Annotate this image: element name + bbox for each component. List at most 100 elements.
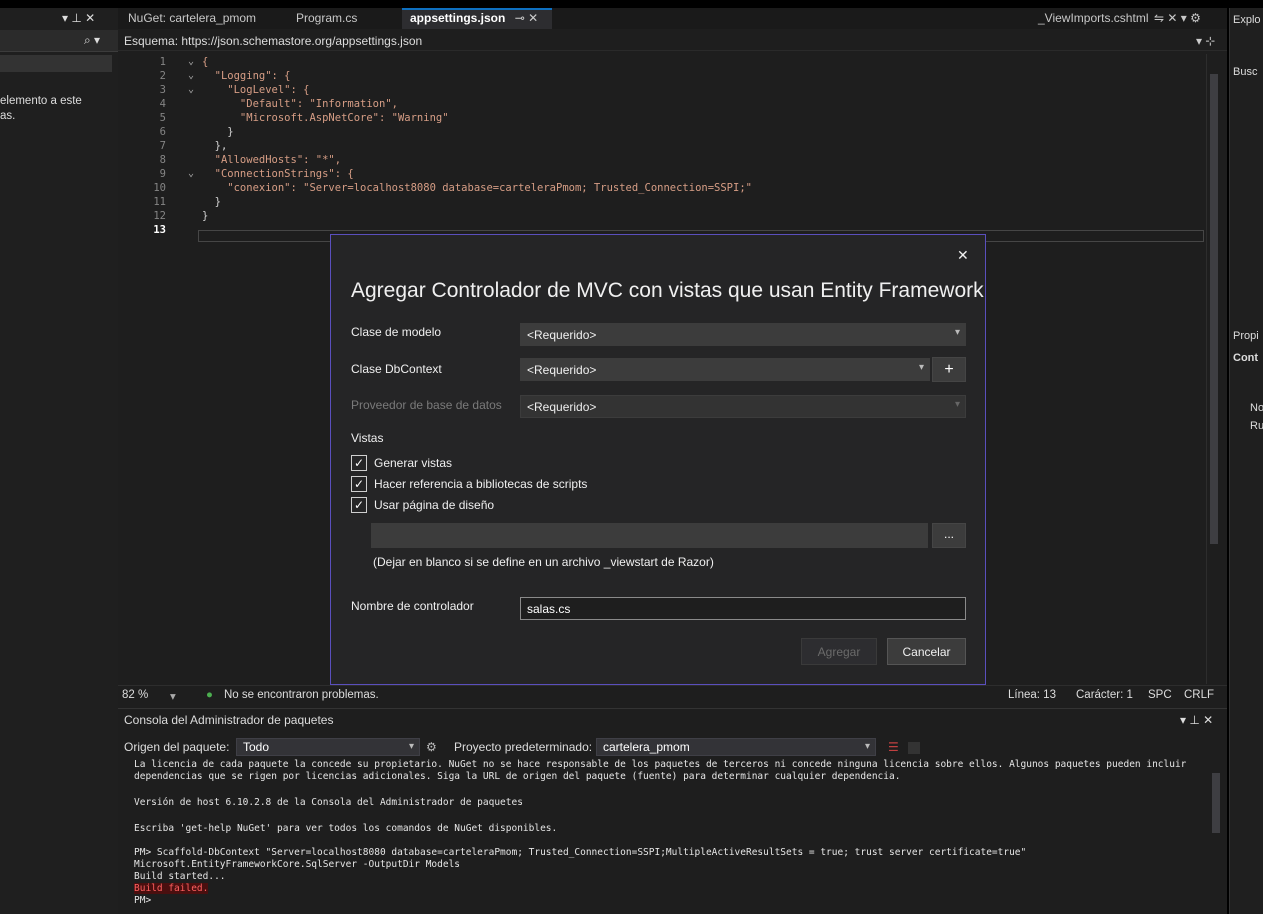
checkbox-label: Generar vistas [374,456,453,470]
schema-bar: Esquema: https://json.schemastore.org/ap… [118,31,1227,51]
fold-icon[interactable]: ⌄ [188,56,194,67]
close-icon[interactable]: ✕ [957,247,969,264]
console-line: Escriba 'get-help NuGet' para ver todos … [134,823,558,834]
console-prompt: PM> [134,895,152,906]
tab-appsettings-json[interactable]: appsettings.json ⊸ ✕ [402,8,552,29]
clear-console-icon[interactable]: ☰ [888,740,899,754]
stop-icon[interactable] [908,742,920,754]
console-output[interactable]: La licencia de cada paquete la concede s… [134,759,1214,914]
layout-hint-text: (Dejar en blanco si se define en un arch… [373,555,714,569]
console-line: dependencias que se rigen por licencias … [134,771,901,782]
dbcontext-select[interactable]: <Requerido> ▾ [520,358,930,381]
left-panel-text: elemento a este as. [0,94,118,124]
provider-select: <Requerido> ▾ [520,395,966,418]
line-number: 5 [159,112,166,124]
line-number: 10 [153,182,166,194]
issues-status[interactable]: No se encontraron problemas. [224,689,379,701]
package-source-select[interactable]: Todo ▾ [236,738,420,756]
tab-pin-close-icon[interactable]: ⊸ ✕ [515,11,538,25]
scrollbar-thumb[interactable] [1212,773,1220,833]
default-project-select[interactable]: cartelera_pmom ▾ [596,738,876,756]
dbcontext-value: <Requerido> [527,363,597,377]
line-number: 11 [153,196,166,208]
editor-status-bar: 82 % ▾ ● No se encontraron problemas. Lí… [118,685,1227,705]
gear-icon[interactable]: ⚙ [426,740,437,754]
checkbox-check-icon[interactable]: ✓ [351,455,367,471]
spc-indicator[interactable]: SPC [1148,689,1172,701]
console-toolbar: Origen del paquete: Todo ▾ ⚙ Proyecto pr… [118,736,1227,758]
code-line: "Logging": { [202,70,291,82]
property-row[interactable]: No [1250,402,1263,414]
code-line: "AllowedHosts": "*", [202,154,342,166]
controller-name-label: Nombre de controlador [351,599,474,613]
checkbox-check-icon[interactable]: ✓ [351,476,367,492]
dbcontext-label: Clase DbContext [351,362,442,376]
controller-name-input[interactable]: salas.cs [520,597,966,620]
zoom-level[interactable]: 82 % [122,689,148,701]
tab-program-cs[interactable]: Program.cs [288,8,365,29]
console-scrollbar[interactable] [1210,759,1222,909]
solution-explorer-panel: Explo Busc Propi Cont No Ru [1229,8,1263,914]
search-icon[interactable]: ⌕ ▾ [84,33,100,48]
checkbox-label: Hacer referencia a bibliotecas de script… [374,477,588,491]
code-line: { [202,56,209,68]
properties-title: Propi [1233,330,1259,342]
tab-overflow-icons[interactable]: ⇋ ✕ ▾ ⚙ [1146,8,1209,29]
line-indicator[interactable]: Línea: 13 [1008,689,1056,701]
fold-icon[interactable]: ⌄ [188,168,194,179]
line-number: 3 [159,84,166,96]
code-line: "conexion": "Server=localhost8080 databa… [202,182,752,194]
tab-label: appsettings.json [410,11,506,25]
checkbox-label: Usar página de diseño [374,498,495,512]
console-error-line: Build failed. [134,883,209,894]
tab-viewimports[interactable]: _ViewImports.cshtml [1030,8,1156,29]
properties-subject: Cont [1233,352,1259,364]
package-source-value: Todo [243,740,270,754]
add-button: Agregar [801,638,877,665]
check-circle-icon: ● [206,689,213,701]
console-title: Consola del Administrador de paquetes [124,713,334,727]
code-line: } [202,210,209,222]
code-line: "ConnectionStrings": { [202,168,354,180]
fold-icon[interactable]: ⌄ [188,84,194,95]
code-line: "Microsoft.AspNetCore": "Warning" [202,112,449,124]
code-line: } [202,126,234,138]
dialog-title: Agregar Controlador de MVC con vistas qu… [351,279,984,302]
cancel-button[interactable]: Cancelar [887,638,966,665]
line-number: 12 [153,210,166,222]
editor-scrollbar[interactable] [1206,54,1220,684]
model-class-select[interactable]: <Requerido> ▾ [520,323,966,346]
provider-label: Proveedor de base de datos [351,398,502,412]
line-number: 2 [159,70,166,82]
default-project-value: cartelera_pmom [603,740,690,754]
model-class-value: <Requerido> [527,328,597,342]
console-line: La licencia de cada paquete la concede s… [134,759,1187,770]
layout-page-input[interactable] [371,523,928,548]
add-dbcontext-button[interactable]: + [932,357,966,382]
explorer-title: Explo [1233,14,1261,26]
tab-nuget[interactable]: NuGet: cartelera_pmom [120,8,264,29]
chevron-down-icon: ▾ [954,327,960,338]
console-pin-close-icons[interactable]: ▾ ⊥ ✕ [1180,713,1213,727]
explorer-search[interactable]: Busc [1233,66,1257,78]
left-text-line-1: elemento a este [0,95,82,107]
property-row[interactable]: Ru [1250,420,1263,432]
scrollbar-thumb[interactable] [1210,74,1218,544]
left-filter-input[interactable] [0,55,112,72]
line-number: 6 [159,126,166,138]
char-indicator[interactable]: Carácter: 1 [1076,689,1133,701]
left-search-bar[interactable]: ⌕ ▾ [0,30,118,52]
chevron-down-icon: ▾ [918,362,924,373]
checkbox-check-icon[interactable]: ✓ [351,497,367,513]
tab-label: NuGet: cartelera_pmom [128,11,257,25]
schema-label[interactable]: Esquema: https://json.schemastore.org/ap… [124,34,422,48]
zoom-chevron-icon[interactable]: ▾ [170,689,176,703]
tab-label: Program.cs [296,11,358,25]
browse-layout-button[interactable]: ... [932,523,966,548]
fold-icon[interactable]: ⌄ [188,70,194,81]
add-controller-dialog: ✕ Agregar Controlador de MVC con vistas … [330,234,986,685]
panel-pin-icons[interactable]: ▾ ⊥ ✕ [62,11,95,25]
crlf-indicator[interactable]: CRLF [1184,689,1214,701]
package-manager-console: Consola del Administrador de paquetes ▾ … [118,708,1227,914]
split-editor-icon[interactable]: ▾ ⊹ [1196,34,1215,48]
